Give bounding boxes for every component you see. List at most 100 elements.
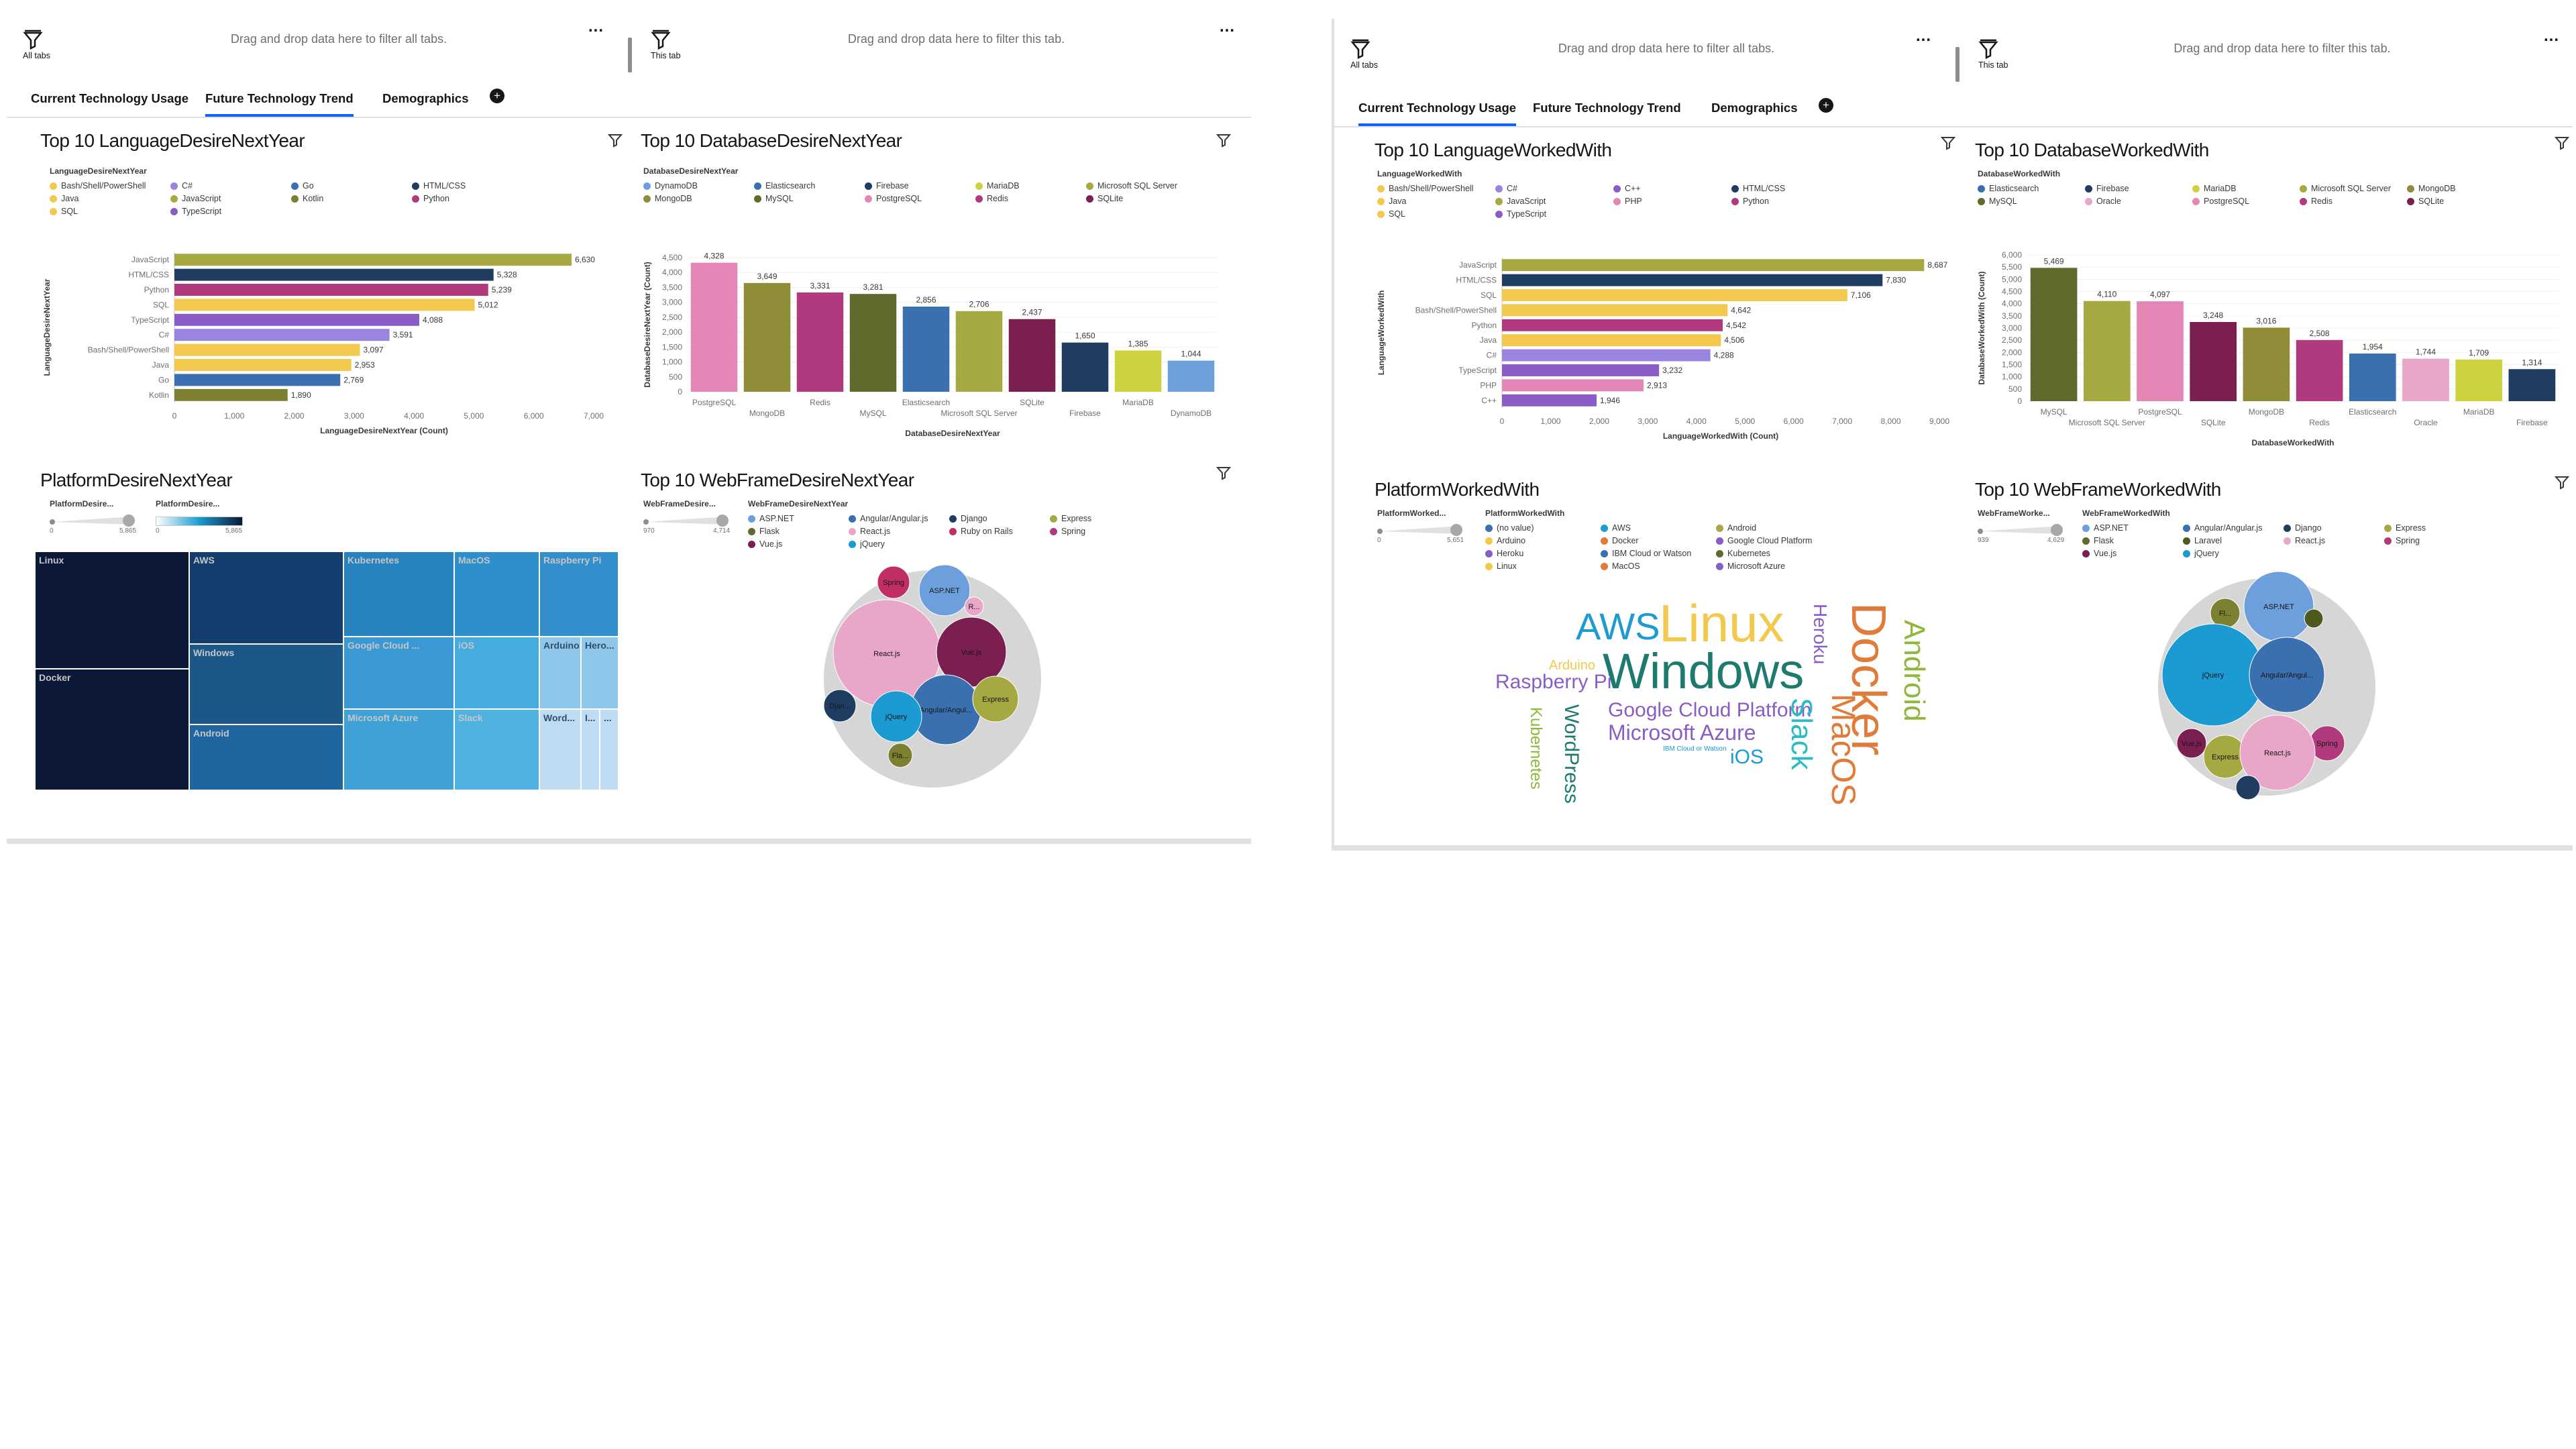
- bar[interactable]: [2243, 327, 2290, 401]
- legend-item[interactable]: ASP.NET: [748, 514, 849, 523]
- treemap-cell[interactable]: Linux: [35, 551, 189, 669]
- bar[interactable]: [2030, 268, 2078, 401]
- legend-item[interactable]: React.js: [2284, 536, 2384, 545]
- legend-item[interactable]: Firebase: [865, 181, 975, 191]
- treemap-cell[interactable]: Docker: [35, 669, 189, 790]
- legend-item[interactable]: Linux: [1485, 561, 1601, 571]
- legend-item[interactable]: Python: [412, 194, 533, 203]
- legend-item[interactable]: PHP: [1613, 197, 1731, 206]
- legend-item[interactable]: Redis: [2300, 197, 2407, 206]
- legend-item[interactable]: TypeScript: [1495, 209, 1613, 219]
- bar[interactable]: [1502, 289, 1847, 301]
- treemap-cell[interactable]: Android: [189, 724, 343, 790]
- legend-item[interactable]: JavaScript: [1495, 197, 1613, 206]
- right-language-widget[interactable]: Top 10 LanguageWorkedWith LanguageWorked…: [1375, 137, 1955, 468]
- legend-item[interactable]: Microsoft Azure: [1716, 561, 1850, 571]
- legend-item[interactable]: Spring: [1050, 527, 1150, 536]
- right-database-widget[interactable]: Top 10 DatabaseWorkedWith DatabaseWorked…: [1975, 137, 2569, 468]
- legend-item[interactable]: HTML/CSS: [412, 181, 533, 191]
- more-options-icon[interactable]: ...: [2544, 27, 2559, 46]
- bar[interactable]: [174, 284, 488, 296]
- tab-current-technology-usage[interactable]: Current Technology Usage: [1358, 101, 1517, 126]
- bar[interactable]: [743, 282, 791, 392]
- bar[interactable]: [174, 359, 352, 371]
- legend-item[interactable]: Bash/Shell/PowerShell: [1377, 184, 1495, 193]
- legend-item[interactable]: MariaDB: [2192, 184, 2300, 193]
- legend-item[interactable]: Android: [1716, 523, 1850, 533]
- bar[interactable]: [955, 311, 1003, 392]
- bar[interactable]: [2137, 301, 2184, 401]
- legend-item[interactable]: Oracle: [2085, 197, 2192, 206]
- legend-item[interactable]: Django: [949, 514, 1050, 523]
- legend-item[interactable]: C#: [1495, 184, 1613, 193]
- tab-current-technology-usage[interactable]: Current Technology Usage: [31, 91, 189, 114]
- word-cloud-term[interactable]: Heroku: [1810, 604, 1831, 664]
- treemap-cell[interactable]: I...: [581, 709, 600, 790]
- legend-item[interactable]: MacOS: [1601, 561, 1716, 571]
- legend-item[interactable]: Microsoft SQL Server: [1086, 181, 1214, 191]
- bar[interactable]: [1502, 274, 1883, 286]
- left-platform-widget[interactable]: PlatformDesireNextYear PlatformDesire...…: [35, 470, 624, 805]
- widget-filter-icon[interactable]: [1941, 136, 1955, 150]
- tab-future-technology-trend[interactable]: Future Technology Trend: [205, 91, 354, 117]
- legend-item[interactable]: Express: [2384, 523, 2485, 533]
- legend-item[interactable]: Go: [291, 181, 412, 191]
- bar[interactable]: [174, 388, 288, 401]
- legend-item[interactable]: Laravel: [2183, 536, 2284, 545]
- bar[interactable]: [1502, 304, 1728, 317]
- legend-item[interactable]: jQuery: [2183, 549, 2284, 558]
- bar[interactable]: [2083, 301, 2131, 401]
- legend-item[interactable]: MySQL: [754, 194, 865, 203]
- legend-item[interactable]: SQL: [50, 207, 170, 216]
- right-dropzone-all-tabs[interactable]: All tabs Drag and drop data here to filt…: [1334, 19, 1958, 80]
- legend-item[interactable]: Angular/Angular.js: [849, 514, 949, 523]
- legend-item[interactable]: Heroku: [1485, 549, 1601, 558]
- bar[interactable]: [174, 374, 341, 386]
- right-dropzone-this-tab[interactable]: This tab Drag and drop data here to filt…: [1962, 19, 2573, 80]
- right-webframe-widget[interactable]: Top 10 WebFrameWorkedWith WebFrameWorke.…: [1975, 476, 2569, 814]
- bar[interactable]: [174, 343, 360, 356]
- treemap-cell[interactable]: iOS: [454, 637, 539, 709]
- bar[interactable]: [849, 294, 897, 392]
- legend-item[interactable]: Firebase: [2085, 184, 2192, 193]
- word-cloud-term[interactable]: MacOS: [1825, 694, 1862, 806]
- word-cloud-term[interactable]: Linux: [1659, 597, 1784, 649]
- legend-item[interactable]: SQL: [1377, 209, 1495, 219]
- legend-item[interactable]: AWS: [1601, 523, 1716, 533]
- left-dropzone-all-tabs[interactable]: All tabs Drag and drop data here to filt…: [7, 9, 631, 71]
- add-tab-icon[interactable]: +: [490, 89, 504, 103]
- treemap-cell[interactable]: AWS: [189, 551, 343, 644]
- legend-item[interactable]: Elasticsearch: [1978, 184, 2085, 193]
- tab-demographics[interactable]: Demographics: [382, 91, 469, 114]
- legend-item[interactable]: Flask: [748, 527, 849, 536]
- word-cloud-term[interactable]: Android: [1898, 620, 1931, 722]
- bar[interactable]: [690, 262, 738, 392]
- legend-item[interactable]: Django: [2284, 523, 2384, 533]
- bar[interactable]: [1502, 259, 1925, 272]
- legend-item[interactable]: Vue.js: [748, 539, 849, 549]
- bar[interactable]: [1114, 350, 1162, 392]
- bar[interactable]: [796, 292, 844, 392]
- legend-item[interactable]: Bash/Shell/PowerShell: [50, 181, 170, 191]
- legend-item[interactable]: C#: [170, 181, 291, 191]
- legend-item[interactable]: Arduino: [1485, 536, 1601, 545]
- dropzone-divider[interactable]: [1955, 47, 1960, 82]
- legend-item[interactable]: Angular/Angular.js: [2183, 523, 2284, 533]
- left-webframe-widget[interactable]: Top 10 WebFrameDesireNextYear WebFrameDe…: [641, 467, 1231, 805]
- legend-item[interactable]: Java: [50, 194, 170, 203]
- bar[interactable]: [2349, 354, 2396, 401]
- size-range-slider[interactable]: 0 5,865: [50, 514, 137, 535]
- legend-item[interactable]: Spring: [2384, 536, 2485, 545]
- bar[interactable]: [1008, 319, 1056, 392]
- size-range-slider[interactable]: 970 4,714: [643, 514, 731, 535]
- legend-item[interactable]: DynamoDB: [643, 181, 754, 191]
- legend-item[interactable]: Docker: [1601, 536, 1716, 545]
- legend-item[interactable]: MySQL: [1978, 197, 2085, 206]
- word-cloud-term[interactable]: Windows: [1603, 647, 1804, 696]
- bar[interactable]: [1061, 342, 1109, 392]
- legend-item[interactable]: Express: [1050, 514, 1150, 523]
- legend-item[interactable]: Flask: [2082, 536, 2183, 545]
- legend-item[interactable]: MongoDB: [2407, 184, 2528, 193]
- legend-item[interactable]: MongoDB: [643, 194, 754, 203]
- bar[interactable]: [1167, 360, 1215, 392]
